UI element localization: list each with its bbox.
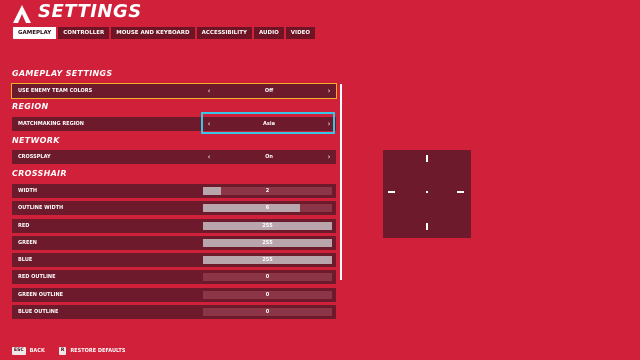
slider-red-outline[interactable]: 0 xyxy=(202,270,336,284)
chevron-right-icon[interactable]: › xyxy=(324,84,334,98)
slider-outline-width[interactable]: 6 xyxy=(202,201,336,215)
crosshair-top-line xyxy=(426,155,428,162)
tab-gameplay[interactable]: GAMEPLAY xyxy=(13,27,57,39)
slider-green-outline[interactable]: 0 xyxy=(202,288,336,302)
setting-row-crossplay[interactable]: CROSSPLAY ‹ On › xyxy=(12,150,336,164)
setting-label: GREEN OUTLINE xyxy=(18,292,64,298)
selector-value: On xyxy=(265,154,273,160)
slider-value: 0 xyxy=(265,292,270,298)
slider-blue-outline[interactable]: 0 xyxy=(202,305,336,319)
crosshair-center-dot xyxy=(426,191,428,193)
back-button[interactable]: BACK xyxy=(30,348,45,354)
setting-row-use-enemy-team-colors[interactable]: USE ENEMY TEAM COLORS ‹ Off › xyxy=(11,83,337,99)
slider-green[interactable]: 255 xyxy=(202,236,336,250)
section-title-network: NETWORK xyxy=(12,136,60,145)
tab-mouse-and-keyboard[interactable]: MOUSE AND KEYBOARD xyxy=(111,27,195,39)
setting-label: USE ENEMY TEAM COLORS xyxy=(18,88,93,94)
slider-value: 2 xyxy=(265,188,270,194)
slider-width[interactable]: 2 xyxy=(202,184,336,198)
crosshair-preview xyxy=(383,150,471,238)
crosshair-left-line xyxy=(388,191,395,193)
setting-row-width[interactable]: WIDTH 2 xyxy=(12,184,336,198)
setting-label: BLUE OUTLINE xyxy=(18,309,59,315)
scrollbar[interactable] xyxy=(340,84,342,280)
setting-row-blue-outline[interactable]: BLUE OUTLINE 0 xyxy=(12,305,336,319)
tab-accessibility[interactable]: ACCESSIBILITY xyxy=(196,27,252,39)
focus-highlight xyxy=(201,112,335,134)
r-key-icon: R xyxy=(58,347,67,355)
page-title: SETTINGS xyxy=(38,1,142,22)
esc-key-icon: ESC xyxy=(12,347,26,355)
footer-hints: ESC BACK R RESTORE DEFAULTS xyxy=(12,347,125,355)
setting-label: CROSSPLAY xyxy=(18,154,51,160)
selector-value: Off xyxy=(264,88,274,94)
setting-label: OUTLINE WIDTH xyxy=(18,205,64,211)
setting-row-blue[interactable]: BLUE 255 xyxy=(12,253,336,267)
chevron-left-icon[interactable]: ‹ xyxy=(204,150,214,164)
setting-label: RED OUTLINE xyxy=(18,274,56,280)
setting-label: BLUE xyxy=(18,257,33,263)
setting-row-red-outline[interactable]: RED OUTLINE 0 xyxy=(12,270,336,284)
crosshair-right-line xyxy=(457,191,464,193)
slider-blue[interactable]: 255 xyxy=(202,253,336,267)
restore-defaults-button[interactable]: RESTORE DEFAULTS xyxy=(70,348,125,354)
setting-row-outline-width[interactable]: OUTLINE WIDTH 6 xyxy=(12,201,336,215)
setting-label: GREEN xyxy=(18,240,37,246)
slider-value: 255 xyxy=(262,240,273,246)
section-title-crosshair: CROSSHAIR xyxy=(12,169,67,178)
slider-value: 0 xyxy=(265,309,270,315)
setting-row-green-outline[interactable]: GREEN OUTLINE 0 xyxy=(12,288,336,302)
section-title-region: REGION xyxy=(12,102,49,111)
section-title-gameplay: GAMEPLAY SETTINGS xyxy=(12,69,113,78)
slider-value: 0 xyxy=(265,274,270,280)
chevron-logo-icon xyxy=(13,5,31,23)
setting-row-red[interactable]: RED 255 xyxy=(12,219,336,233)
slider-value: 255 xyxy=(262,223,273,229)
slider-value: 255 xyxy=(262,257,273,263)
crosshair-bottom-line xyxy=(426,223,428,230)
selector-crossplay[interactable]: ‹ On › xyxy=(202,150,336,164)
slider-red[interactable]: 255 xyxy=(202,219,336,233)
chevron-left-icon[interactable]: ‹ xyxy=(204,84,214,98)
settings-tabs: GAMEPLAY CONTROLLER MOUSE AND KEYBOARD A… xyxy=(13,27,316,39)
setting-label: RED xyxy=(18,223,30,229)
slider-value: 6 xyxy=(265,205,270,211)
tab-video[interactable]: VIDEO xyxy=(285,27,316,39)
tab-controller[interactable]: CONTROLLER xyxy=(58,27,110,39)
setting-row-green[interactable]: GREEN 255 xyxy=(12,236,336,250)
selector-use-enemy-team-colors[interactable]: ‹ Off › xyxy=(202,84,336,98)
setting-label: MATCHMAKING REGION xyxy=(18,121,84,127)
chevron-right-icon[interactable]: › xyxy=(324,150,334,164)
setting-label: WIDTH xyxy=(18,188,38,194)
tab-audio[interactable]: AUDIO xyxy=(253,27,284,39)
